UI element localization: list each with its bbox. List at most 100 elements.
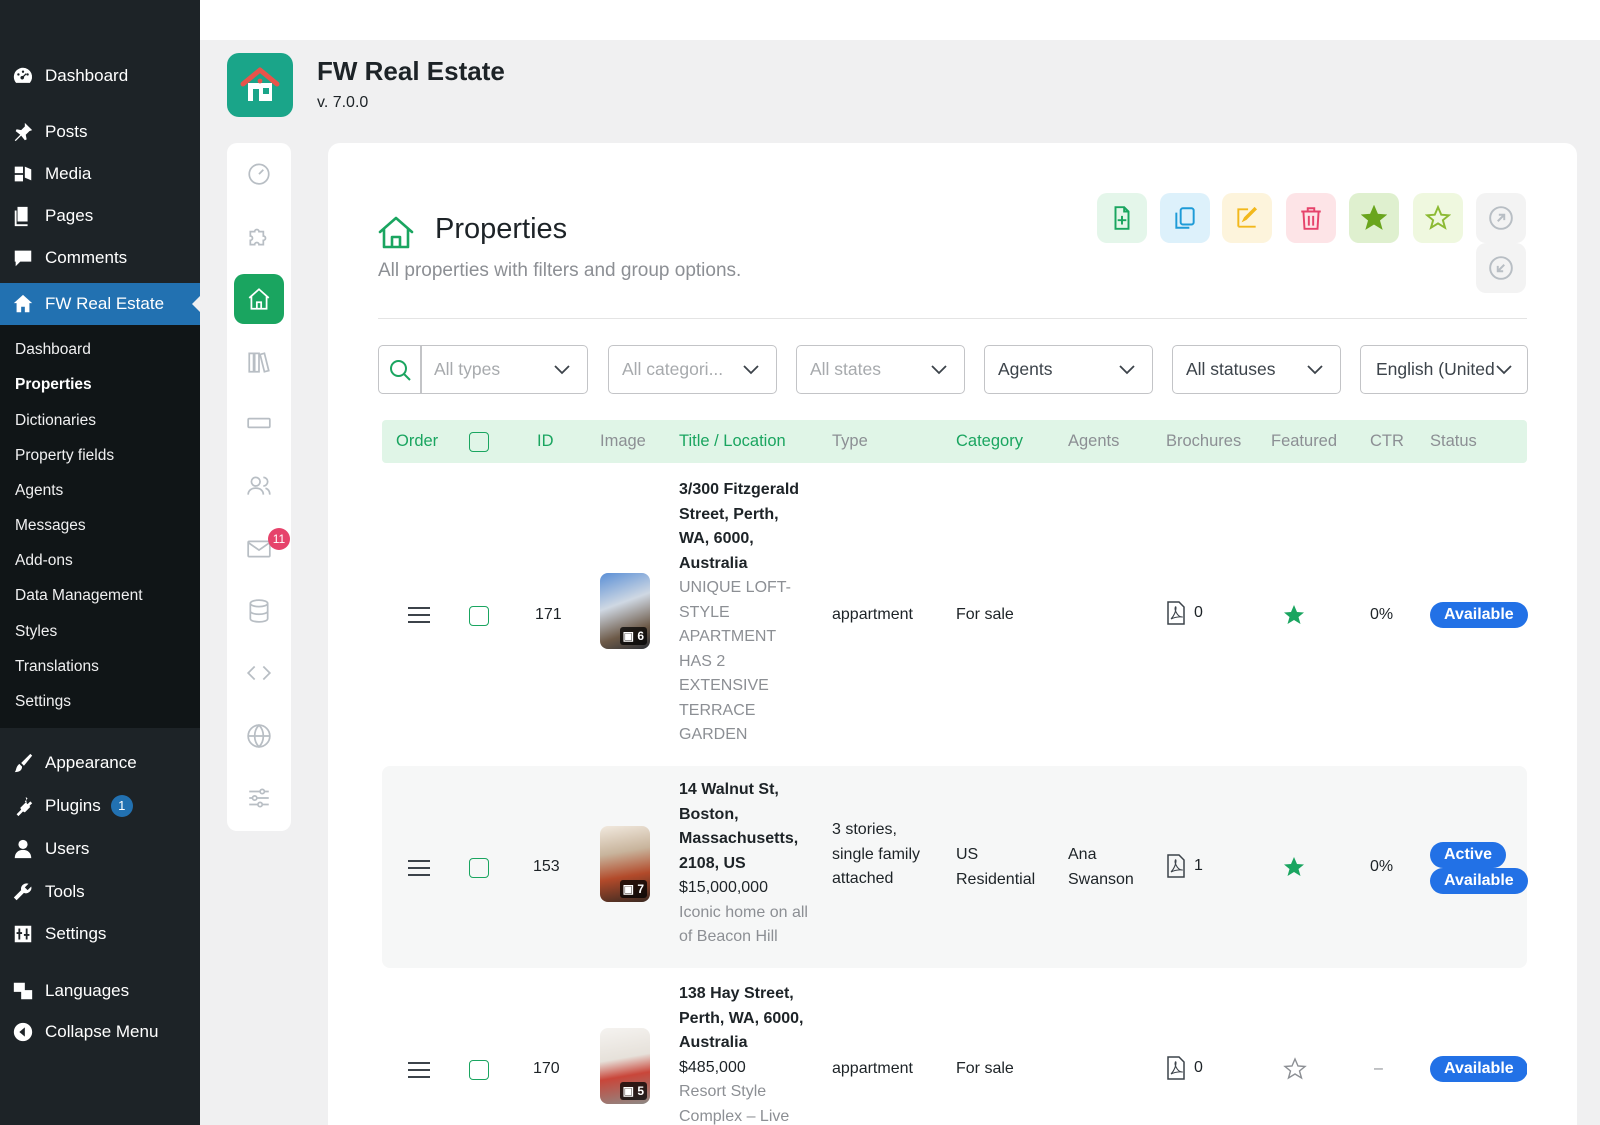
search-button[interactable] — [378, 345, 422, 394]
star-outline-icon — [1425, 205, 1451, 230]
row-checkbox[interactable] — [469, 858, 489, 878]
side-nav-addons[interactable] — [234, 211, 284, 261]
books-icon — [248, 352, 270, 373]
menu-posts[interactable]: Posts — [0, 111, 200, 153]
app-version: v. 7.0.0 — [317, 94, 369, 111]
submenu-settings[interactable]: Settings — [15, 691, 71, 713]
collapse-button[interactable] — [1476, 243, 1526, 293]
add-property-button[interactable] — [1097, 193, 1147, 243]
table-row[interactable]: 170 ▣ 5 138 Hay Street, Perth, WA, 6000,… — [382, 980, 1527, 1125]
chevron-down-icon — [743, 365, 759, 375]
side-nav-styles[interactable] — [234, 648, 284, 698]
menu-collapse[interactable]: Collapse Menu — [0, 1011, 200, 1053]
submenu-styles[interactable]: Styles — [15, 621, 57, 643]
property-ctr: 0% — [1370, 606, 1394, 623]
side-nav-fields[interactable] — [234, 398, 284, 448]
featured-star-filled-icon[interactable] — [1282, 855, 1306, 879]
property-location[interactable]: 3/300 Fitzgerald Street, Perth, WA, 6000… — [679, 478, 807, 576]
duplicate-button[interactable] — [1160, 193, 1210, 243]
side-nav-messages[interactable]: 11 — [234, 524, 290, 574]
submenu-property-fields[interactable]: Property fields — [15, 445, 114, 467]
submenu-messages[interactable]: Messages — [15, 515, 86, 537]
statuses-filter[interactable]: All statuses — [1172, 345, 1341, 394]
property-description: Iconic home on all of Beacon Hill — [679, 903, 808, 946]
side-nav-data[interactable] — [234, 586, 284, 636]
property-thumbnail[interactable]: ▣ 7 — [600, 826, 650, 902]
edit-button[interactable] — [1222, 193, 1272, 243]
property-id: 170 — [533, 1060, 560, 1077]
drag-handle-icon[interactable] — [408, 860, 430, 878]
property-description: UNIQUE LOFT-STYLE APARTMENT HAS 2 EXTENS… — [679, 579, 792, 743]
col-order[interactable]: Order — [396, 420, 438, 463]
home-icon — [11, 292, 35, 316]
col-id[interactable]: ID — [537, 420, 554, 463]
col-category[interactable]: Category — [956, 420, 1023, 463]
menu-media[interactable]: Media — [0, 153, 200, 195]
col-brochures: Brochures — [1166, 432, 1242, 450]
table-row[interactable]: 153 ▣ 7 14 Walnut St, Boston, Massachuse… — [382, 766, 1528, 968]
featured-star-outline-icon[interactable] — [1283, 1057, 1307, 1081]
mark-featured-button[interactable] — [1349, 193, 1399, 243]
submenu-data-management[interactable]: Data Management — [15, 585, 143, 607]
states-filter[interactable]: All states — [796, 345, 965, 394]
menu-dashboard[interactable]: Dashboard — [0, 55, 200, 97]
submenu-dashboard[interactable]: Dashboard — [15, 339, 91, 361]
property-location[interactable]: 14 Walnut St, Boston, Massachusetts, 210… — [679, 778, 815, 876]
submenu-properties[interactable]: Properties — [15, 374, 92, 396]
gauge-icon — [248, 163, 270, 185]
side-nav-agents[interactable] — [234, 461, 284, 511]
menu-appearance[interactable]: Appearance — [0, 742, 200, 784]
property-agents[interactable]: Ana Swanson — [1068, 843, 1148, 892]
image-count: ▣ 7 — [619, 880, 647, 898]
unmark-featured-button[interactable] — [1413, 193, 1463, 243]
submenu-dictionaries[interactable]: Dictionaries — [15, 410, 96, 432]
types-filter[interactable]: All types — [420, 345, 588, 394]
menu-plugins[interactable]: Plugins 1 — [0, 785, 200, 827]
side-nav-translations[interactable] — [234, 711, 284, 761]
menu-comments[interactable]: Comments — [0, 237, 200, 279]
row-checkbox[interactable] — [469, 1060, 489, 1080]
users-icon — [247, 476, 271, 495]
pdf-icon — [1167, 601, 1185, 625]
property-ctr: 0% — [1370, 858, 1394, 875]
chevron-down-icon — [554, 365, 570, 375]
categories-filter[interactable]: All categori... — [608, 345, 777, 394]
house-logo-icon — [240, 67, 280, 101]
menu-pages[interactable]: Pages — [0, 195, 200, 237]
brochures-count: 0 — [1166, 1056, 1203, 1081]
col-title[interactable]: Title / Location — [679, 420, 786, 463]
menu-settings[interactable]: Settings — [0, 913, 200, 955]
property-location[interactable]: 138 Hay Street, Perth, WA, 6000, Austral… — [679, 982, 807, 1056]
status-badge: Available — [1430, 602, 1528, 628]
side-nav-dictionaries[interactable] — [234, 337, 284, 387]
chevron-down-icon — [931, 365, 947, 375]
pdf-icon — [1167, 854, 1185, 878]
col-ctr: CTR — [1370, 432, 1404, 450]
property-thumbnail[interactable]: ▣ 6 — [600, 573, 650, 649]
side-nav-settings[interactable] — [234, 773, 284, 823]
drag-handle-icon[interactable] — [408, 1062, 430, 1080]
side-nav-dashboard[interactable] — [234, 148, 284, 198]
menu-users[interactable]: Users — [0, 828, 200, 870]
menu-fw-real-estate[interactable]: FW Real Estate — [0, 283, 200, 325]
table-row[interactable]: 171 ▣ 6 3/300 Fitzgerald Street, Perth, … — [382, 468, 1528, 758]
language-filter[interactable]: English (United — [1360, 345, 1528, 394]
submenu-agents[interactable]: Agents — [15, 480, 63, 502]
image-count: ▣ 5 — [619, 1082, 647, 1100]
menu-languages[interactable]: Languages — [0, 970, 200, 1012]
menu-tools[interactable]: Tools — [0, 871, 200, 913]
select-all-checkbox[interactable] — [469, 432, 489, 452]
drag-handle-icon[interactable] — [408, 607, 430, 625]
row-checkbox[interactable] — [469, 606, 489, 626]
property-ctr: – — [1374, 1060, 1383, 1077]
property-thumbnail[interactable]: ▣ 5 — [600, 1028, 650, 1104]
expand-button[interactable] — [1476, 193, 1526, 243]
chevron-down-icon — [1496, 365, 1512, 375]
delete-button[interactable] — [1286, 193, 1336, 243]
submenu-translations[interactable]: Translations — [15, 656, 99, 678]
side-nav-properties[interactable] — [234, 274, 284, 324]
agents-filter[interactable]: Agents — [984, 345, 1153, 394]
submenu-add-ons[interactable]: Add-ons — [15, 550, 73, 572]
table-header: Order ID Image Title / Location Type Cat… — [382, 420, 1527, 463]
featured-star-filled-icon[interactable] — [1282, 603, 1306, 627]
